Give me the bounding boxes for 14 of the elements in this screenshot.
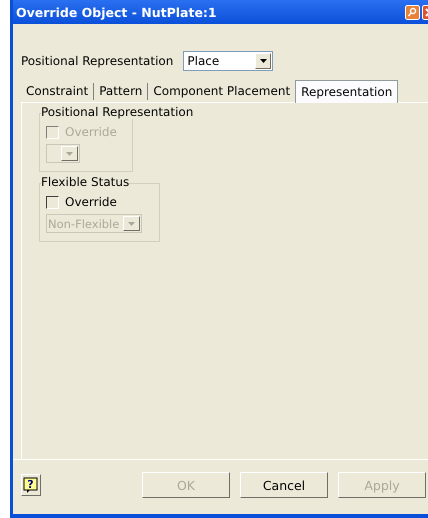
field-label: Positional Representation xyxy=(21,54,174,68)
tab[interactable]: Component Placement xyxy=(148,82,296,100)
tab[interactable]: Constraint xyxy=(21,82,94,100)
tab[interactable]: Pattern xyxy=(94,82,148,100)
window-title: Override Object - NutPlate:1 xyxy=(16,4,218,20)
checkbox-label: Override xyxy=(65,195,117,209)
tab[interactable]: Representation xyxy=(295,80,398,103)
checkbox[interactable] xyxy=(46,196,59,208)
group-title: Flexible Status xyxy=(41,175,130,189)
representation-dropdown[interactable]: Place xyxy=(183,51,274,71)
dialog-button[interactable]: Cancel xyxy=(240,472,328,498)
checkbox-label: Override xyxy=(65,125,117,139)
help-icon[interactable]: ? xyxy=(21,474,41,496)
group-title: Positional Representation xyxy=(41,105,194,119)
